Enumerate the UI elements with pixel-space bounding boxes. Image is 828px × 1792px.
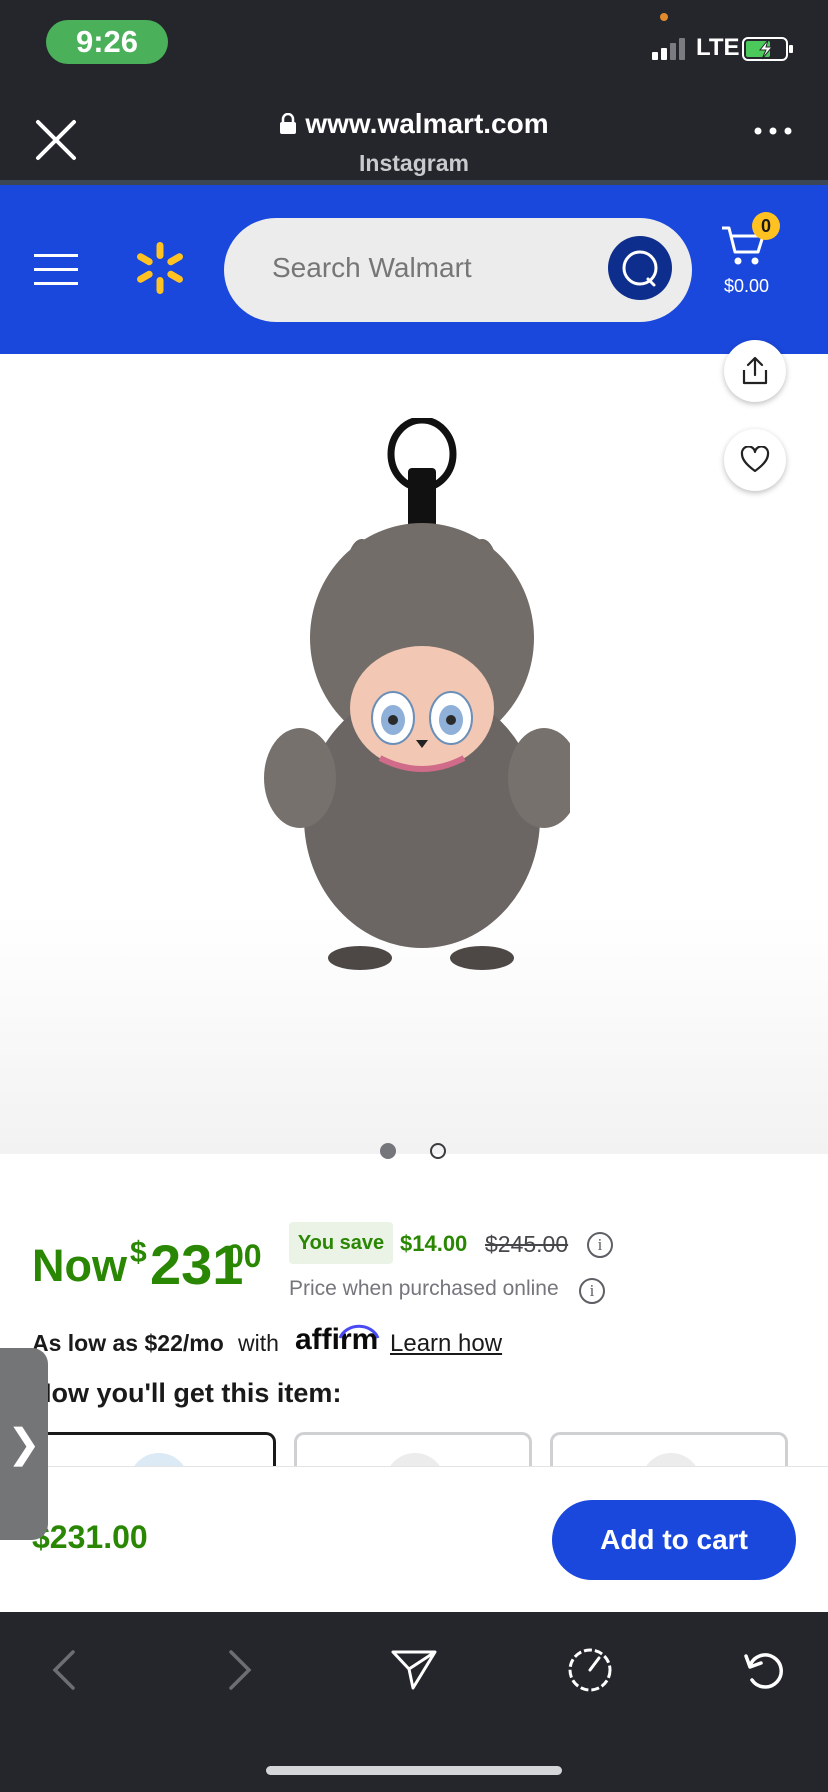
favorite-button[interactable]	[724, 429, 786, 491]
fulfillment-heading: How you'll get this item:	[32, 1378, 342, 1408]
address-bar[interactable]: www.walmart.com	[0, 108, 828, 140]
status-time: 9:26	[46, 20, 168, 64]
reload-icon	[744, 1653, 783, 1689]
was-price: $245.00	[485, 1231, 569, 1257]
speedometer-icon	[568, 1648, 612, 1692]
share-icon	[742, 356, 768, 385]
more-icon	[754, 127, 792, 135]
search-input[interactable]: Search Walmart	[272, 252, 472, 284]
browser-toolbar	[0, 1612, 828, 1792]
walmart-spark-icon	[137, 242, 183, 294]
price-cents: 00	[226, 1238, 262, 1274]
url-text: www.walmart.com	[305, 108, 549, 139]
cart-total: $0.00	[724, 276, 770, 296]
privacy-indicator-dot	[660, 13, 668, 21]
reload-button[interactable]	[734, 1640, 794, 1700]
side-panel-tab[interactable]: ❯	[0, 1348, 48, 1540]
carousel-dot-active[interactable]	[380, 1143, 396, 1159]
currency-symbol: $	[130, 1236, 147, 1269]
battery-charging-icon	[742, 37, 793, 61]
price-note: Price when purchased online	[289, 1277, 559, 1300]
search-icon	[622, 250, 658, 287]
send-icon	[391, 1650, 437, 1690]
hamburger-menu-icon	[34, 254, 78, 285]
back-button[interactable]	[34, 1640, 94, 1700]
financing-amount: As low as $22/mo	[32, 1330, 224, 1356]
cart-count-badge: 0	[752, 212, 780, 240]
affirm-arc-icon	[338, 1324, 380, 1339]
menu-button[interactable]	[34, 252, 78, 288]
learn-how-link[interactable]: Learn how	[390, 1330, 502, 1358]
forward-button[interactable]	[210, 1640, 270, 1700]
share-button[interactable]	[724, 340, 786, 402]
now-label: Now	[32, 1240, 127, 1291]
sticky-price: $231.00	[32, 1519, 148, 1555]
send-button[interactable]	[384, 1640, 444, 1700]
home-indicator[interactable]	[266, 1766, 562, 1775]
walmart-logo[interactable]	[132, 240, 188, 296]
search-button[interactable]	[608, 236, 672, 300]
source-app-label: Instagram	[359, 150, 469, 176]
chevron-right-icon	[229, 1650, 252, 1690]
add-to-cart-button[interactable]: Add to cart	[552, 1500, 796, 1580]
lock-icon	[280, 112, 297, 134]
you-save-badge: You save	[289, 1222, 393, 1264]
price-info-icon[interactable]: i	[587, 1232, 613, 1258]
heart-icon	[740, 446, 770, 473]
save-amount: $14.00	[400, 1231, 468, 1256]
chevron-left-icon	[52, 1650, 75, 1690]
product-image[interactable]	[260, 418, 570, 978]
price-note-info-icon[interactable]: i	[579, 1278, 605, 1304]
network-type: LTE	[696, 34, 740, 61]
cellular-signal-icon	[652, 38, 685, 60]
carousel-dot[interactable]	[430, 1143, 446, 1159]
more-options-button[interactable]	[752, 124, 794, 142]
speed-button[interactable]	[560, 1640, 620, 1700]
financing-with: with	[238, 1330, 279, 1356]
